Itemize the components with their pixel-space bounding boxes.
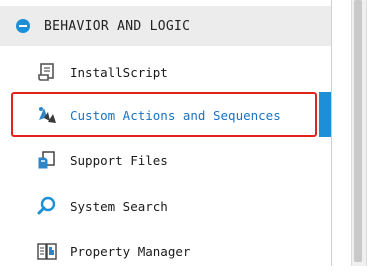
- navigation-panel: BEHAVIOR AND LOGIC InstallScript Custom …: [0, 0, 331, 266]
- nav-item-installscript[interactable]: InstallScript: [0, 50, 331, 94]
- nav-item-label: InstallScript: [70, 64, 168, 80]
- section-title: BEHAVIOR AND LOGIC: [44, 18, 191, 34]
- selection-highlight-box: [11, 92, 317, 137]
- selected-indicator-bar: [319, 92, 331, 137]
- nav-item-label: System Search: [70, 198, 168, 214]
- scrollbar-thumb[interactable]: [354, 0, 362, 262]
- property-manager-icon: [36, 240, 58, 262]
- nav-item-label: Property Manager: [70, 243, 191, 259]
- script-icon: [36, 61, 58, 83]
- nav-item-support-files[interactable]: Support Files: [0, 138, 331, 182]
- nav-item-system-search[interactable]: System Search: [0, 184, 331, 228]
- nav-item-label: Support Files: [70, 152, 168, 168]
- search-icon: [36, 195, 58, 217]
- nav-item-property-manager[interactable]: Property Manager: [0, 229, 331, 273]
- support-files-icon: [36, 149, 58, 171]
- section-header-behavior-and-logic[interactable]: BEHAVIOR AND LOGIC: [0, 6, 331, 46]
- collapse-icon[interactable]: [16, 19, 30, 33]
